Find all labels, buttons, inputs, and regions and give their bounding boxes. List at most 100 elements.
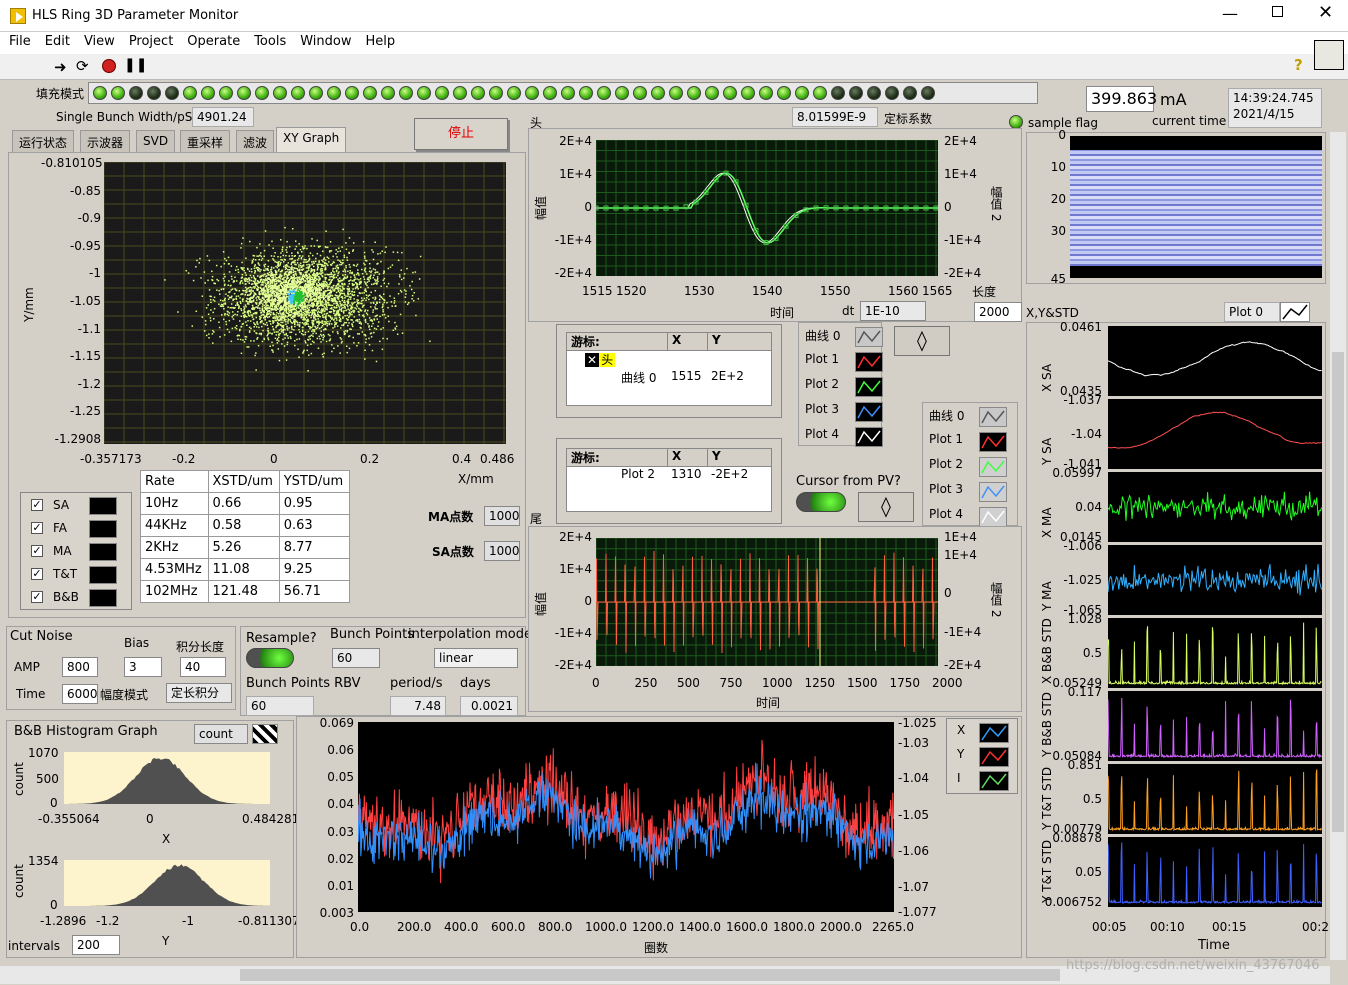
cursor-move-button-2[interactable]: ◊: [858, 492, 914, 522]
maximize-button[interactable]: [1272, 6, 1283, 17]
ring-xtick: 800.0: [538, 920, 573, 934]
histogram-x[interactable]: [64, 752, 270, 804]
std-strip[interactable]: [1107, 472, 1323, 542]
head-ytick: -1E+4: [554, 233, 592, 247]
intervals-input[interactable]: 200: [72, 935, 120, 955]
tail-y2tick: -1E+4: [944, 625, 982, 639]
legend-checkbox[interactable]: ✓: [31, 522, 43, 534]
std-strip[interactable]: [1107, 545, 1323, 615]
dt-input[interactable]: 1E-10: [860, 301, 926, 321]
cursor-move-button-1[interactable]: ◊: [894, 326, 950, 356]
plot-legend-item[interactable]: Plot 1: [929, 432, 1019, 454]
plot-legend-item[interactable]: 曲线 0: [805, 327, 895, 349]
tab-oscilloscope[interactable]: 示波器: [80, 130, 131, 152]
resample-toggle[interactable]: [246, 648, 294, 668]
menu-help[interactable]: Help: [358, 32, 402, 51]
menu-project[interactable]: Project: [122, 32, 180, 51]
spectro-ytick: 20: [1050, 192, 1066, 206]
fill-led: [813, 86, 827, 100]
legend-checkbox[interactable]: ✓: [31, 568, 43, 580]
help-icon[interactable]: ?: [1294, 56, 1303, 74]
std-xtick: 00:2: [1302, 920, 1329, 934]
plot-legend-item[interactable]: 曲线 0: [929, 407, 1019, 429]
tab-run-status[interactable]: 运行状态: [12, 130, 75, 152]
cursor1-item[interactable]: 头: [599, 353, 616, 367]
std-strip[interactable]: [1107, 764, 1323, 834]
head-xtick: 1560: [888, 284, 919, 298]
std-strip[interactable]: [1107, 618, 1322, 688]
time-input[interactable]: 6000: [62, 684, 98, 704]
rate-table-row: 10Hz 0.66 0.95: [140, 492, 351, 515]
minimize-button[interactable]: —: [1222, 4, 1238, 23]
menu-tools[interactable]: Tools: [247, 32, 293, 51]
legend-label: T&T: [53, 567, 78, 581]
bunch-points-input[interactable]: 60: [332, 648, 380, 668]
std-strip[interactable]: [1107, 691, 1323, 761]
plot-legend-item[interactable]: Plot 1: [805, 352, 895, 374]
head-plot[interactable]: [593, 139, 941, 277]
rate-table-header-cell: XSTD/um: [207, 470, 280, 493]
run-continuous-icon[interactable]: ⟳: [76, 57, 89, 75]
tail-plot[interactable]: [595, 537, 938, 667]
bias-input[interactable]: 3: [124, 657, 162, 677]
menu-window[interactable]: Window: [293, 32, 358, 51]
rate-table-cell: 2KHz: [140, 536, 209, 559]
interp-select[interactable]: linear: [434, 648, 518, 668]
plot-legend-item[interactable]: Plot 3: [805, 402, 895, 424]
legend-checkbox[interactable]: ✓: [31, 545, 43, 557]
spectrogram-plot[interactable]: [1070, 136, 1322, 278]
menu-edit[interactable]: Edit: [38, 32, 77, 51]
tail-ytick: -1E+4: [554, 626, 592, 640]
std-strip[interactable]: [1107, 326, 1322, 396]
pause-icon[interactable]: ❚❚: [124, 57, 147, 73]
ring-ytick: 0.003: [319, 906, 354, 920]
ring-xtick: 2000.0: [820, 920, 862, 934]
tail-xtick: 1000: [762, 676, 793, 690]
tab-xy-graph[interactable]: XY Graph: [276, 127, 347, 152]
legend-checkbox[interactable]: ✓: [31, 591, 43, 603]
head-xtick: 1530: [684, 284, 715, 298]
histogram-y[interactable]: [64, 860, 270, 906]
abort-icon[interactable]: [102, 59, 116, 73]
length-input[interactable]: 2000: [974, 302, 1022, 322]
cursor1-title: 游标:: [571, 335, 600, 349]
run-arrow-icon[interactable]: ➜: [54, 58, 67, 76]
sa-points-input[interactable]: 1000: [484, 541, 520, 561]
fill-led: [741, 86, 755, 100]
std-strip-label: X B&B STD: [1040, 618, 1054, 684]
std-strip[interactable]: [1107, 399, 1322, 469]
plot-legend-item[interactable]: Plot 2: [929, 457, 1019, 479]
ring-y2tick: -1.025: [898, 716, 937, 730]
legend-checkbox[interactable]: ✓: [31, 499, 43, 511]
rate-table-cell: 10Hz: [140, 492, 209, 515]
amp-input[interactable]: 800: [62, 657, 98, 677]
vertical-scrollbar[interactable]: [1330, 132, 1346, 960]
xy-scatter-plot[interactable]: [103, 161, 506, 444]
fill-led: [507, 86, 521, 100]
rate-table-cell: 0.95: [278, 492, 351, 515]
ma-points-input[interactable]: 1000: [484, 506, 520, 526]
cursor-pv-toggle[interactable]: [796, 492, 846, 512]
menu-file[interactable]: File: [2, 32, 38, 51]
plot-legend-item[interactable]: Plot 2: [805, 377, 895, 399]
tab-filter[interactable]: 滤波: [236, 130, 275, 152]
menu-operate[interactable]: Operate: [180, 32, 247, 51]
tail-y2tick: 0: [944, 586, 952, 600]
plot-legend-item[interactable]: Plot 3: [929, 482, 1019, 504]
plot-legend-item[interactable]: Plot 4: [805, 427, 895, 449]
head-y2tick: 2E+4: [944, 134, 977, 148]
std-strip[interactable]: [1107, 837, 1322, 907]
stop-button[interactable]: 停止: [414, 118, 508, 150]
title-bar: HLS Ring 3D Parameter Monitor — ✕: [0, 0, 1348, 32]
menu-view[interactable]: View: [77, 32, 122, 51]
cursor1-sub[interactable]: 曲线 0: [567, 369, 667, 387]
close-button[interactable]: ✕: [1318, 2, 1333, 23]
cursor2-sub[interactable]: Plot 2: [567, 467, 667, 485]
plot-legend-swatch: [855, 327, 883, 347]
tab-svd[interactable]: SVD: [136, 130, 176, 152]
tab-resample[interactable]: 重采样: [180, 130, 231, 152]
length-label: 长度: [972, 285, 997, 299]
ring-plot[interactable]: [357, 722, 894, 912]
int-length-input[interactable]: 40: [180, 657, 226, 677]
amp-mode-select[interactable]: 定长积分: [166, 683, 232, 703]
